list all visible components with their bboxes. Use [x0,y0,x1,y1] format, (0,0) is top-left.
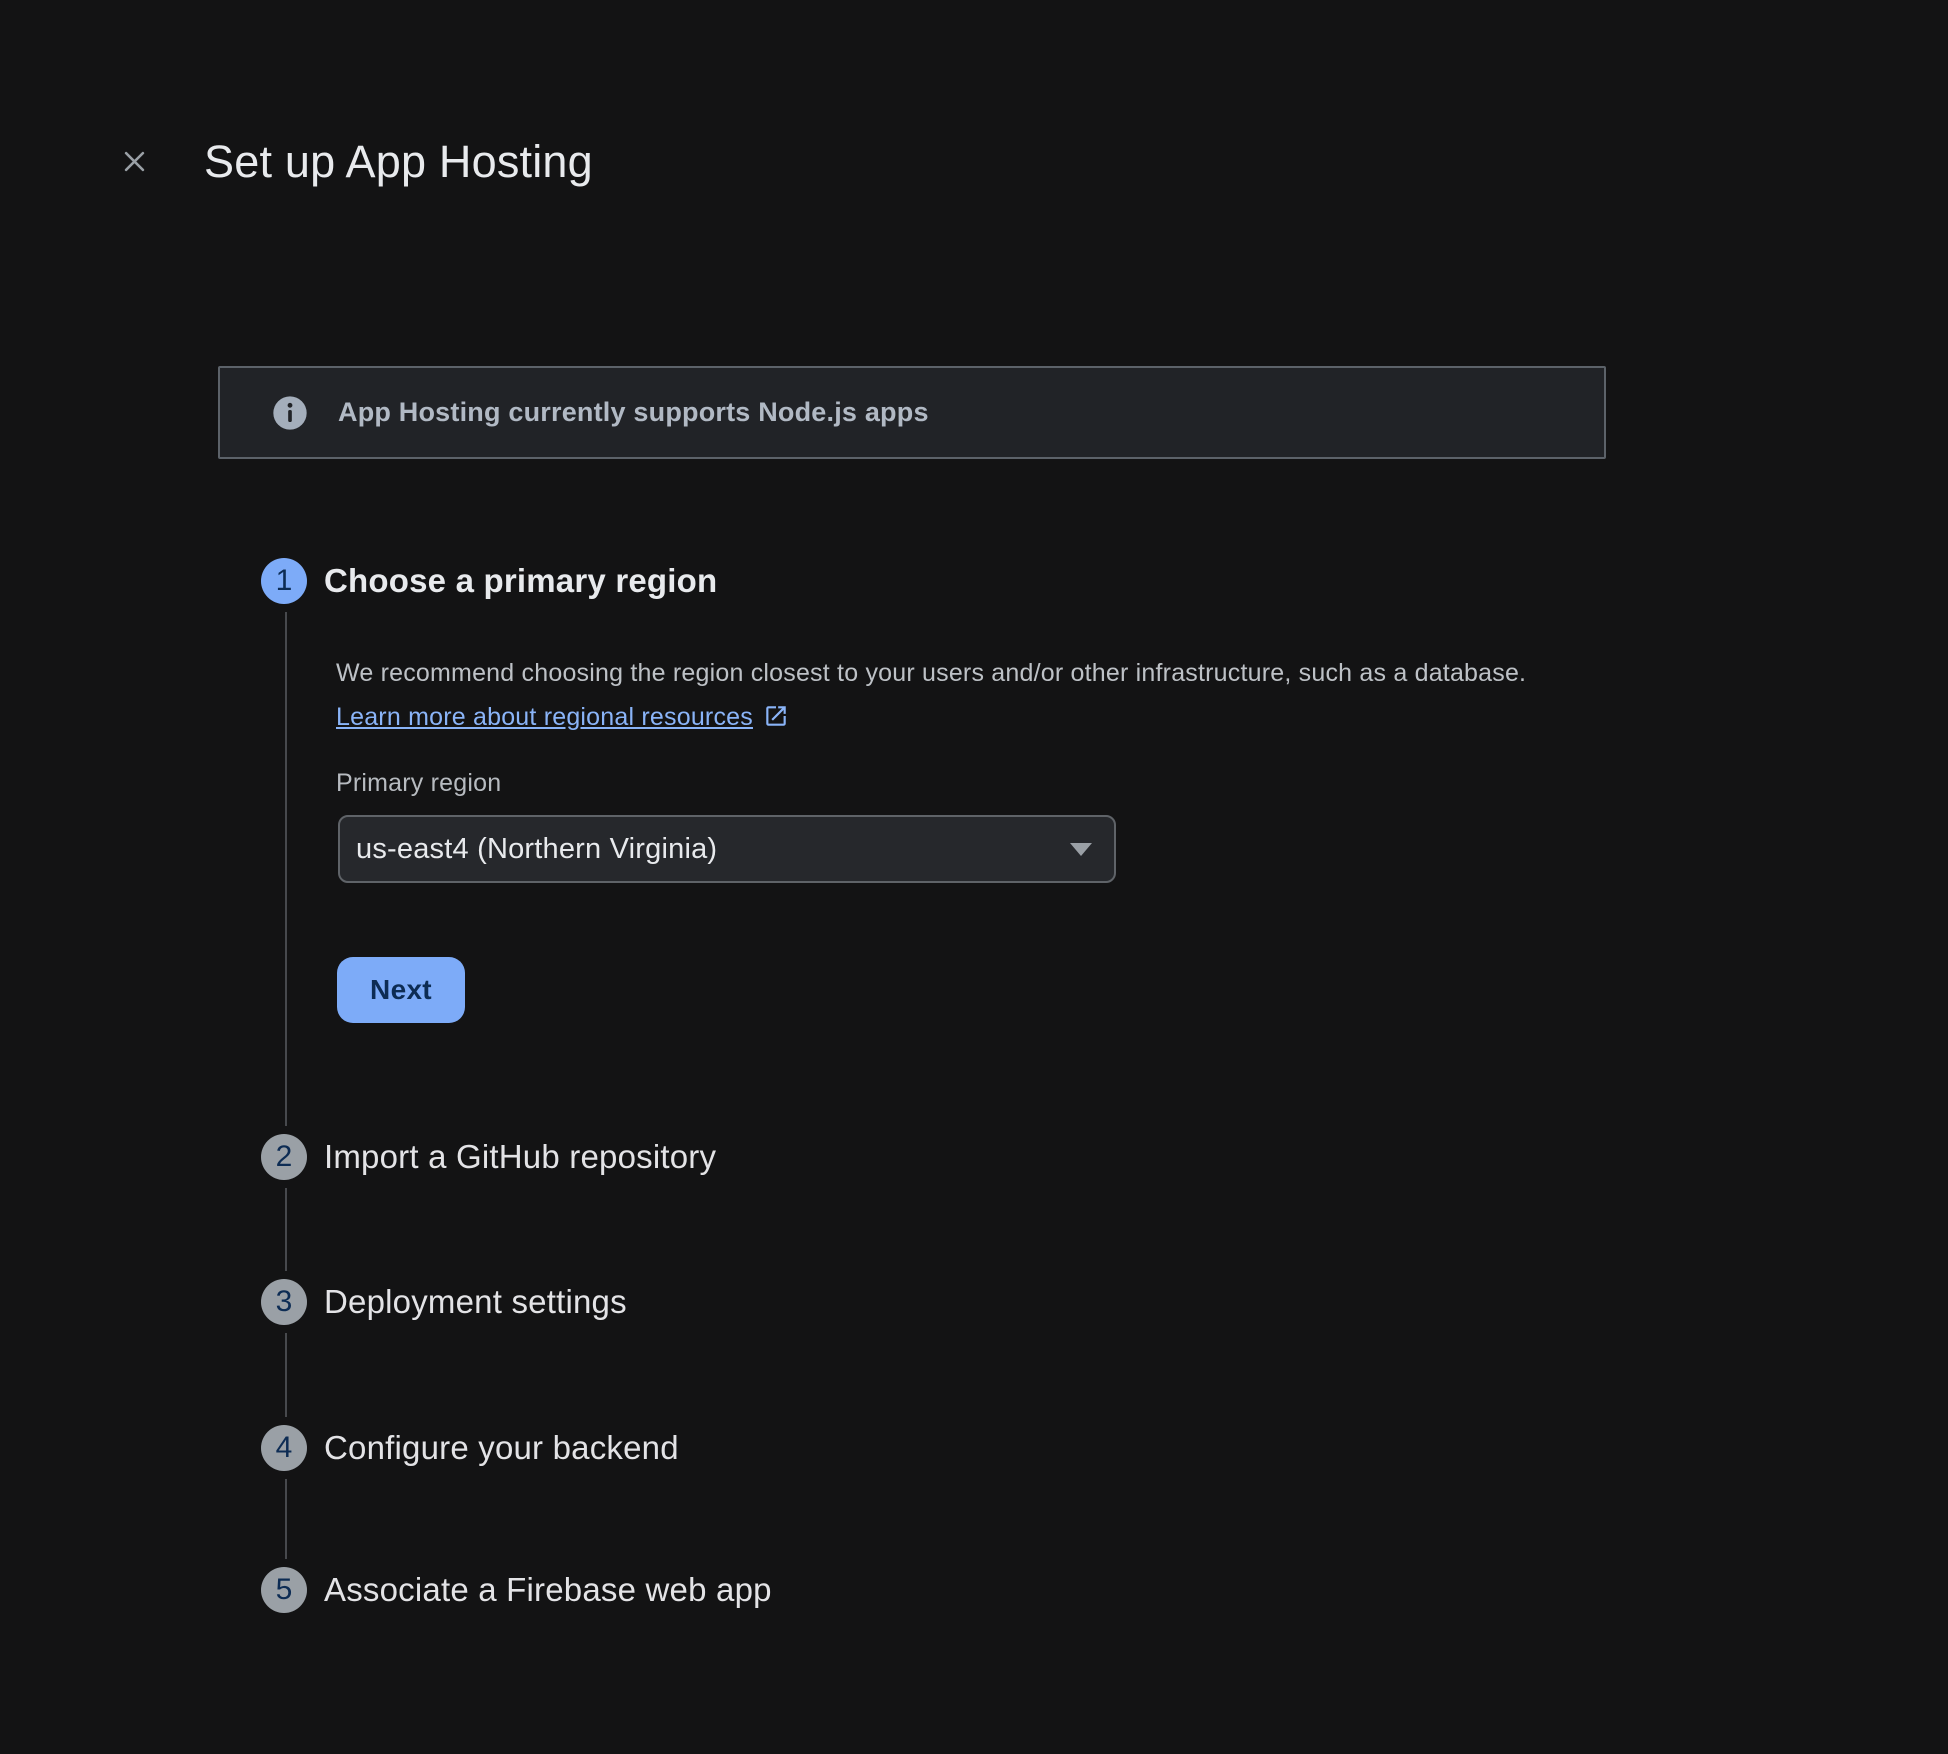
banner-text: App Hosting currently supports Node.js a… [338,397,929,428]
setup-app-hosting-dialog: Set up App Hosting App Hosting currently… [0,0,1948,1754]
close-button[interactable] [112,139,156,183]
info-icon [270,393,310,433]
step-1-description: We recommend choosing the region closest… [336,651,1546,743]
step-2-title: Import a GitHub repository [324,1138,716,1176]
step-1-header: 1 Choose a primary region [261,558,717,604]
learn-more-link[interactable]: Learn more about regional resources [336,703,789,731]
step-2-header: 2 Import a GitHub repository [261,1134,716,1180]
learn-more-link-label: Learn more about regional resources [336,703,753,731]
stepper-connector [285,612,287,1126]
stepper-connector [285,1333,287,1417]
close-icon [119,146,150,177]
step-4-header: 4 Configure your backend [261,1425,679,1471]
step-1-title: Choose a primary region [324,562,717,600]
step-1-description-text: We recommend choosing the region closest… [336,659,1526,687]
stepper-connector [285,1188,287,1271]
info-banner: App Hosting currently supports Node.js a… [218,366,1606,459]
step-5-title: Associate a Firebase web app [324,1571,772,1609]
primary-region-value: us-east4 (Northern Virginia) [356,833,1070,866]
step-5-indicator: 5 [261,1567,307,1613]
step-3-indicator: 3 [261,1279,307,1325]
primary-region-label: Primary region [336,769,501,798]
step-4-title: Configure your backend [324,1429,679,1467]
stepper-connector [285,1479,287,1559]
step-5-header: 5 Associate a Firebase web app [261,1567,772,1613]
step-3-title: Deployment settings [324,1283,627,1321]
page-title: Set up App Hosting [204,134,593,190]
open-in-new-icon [763,699,789,743]
caret-down-icon [1070,843,1092,856]
step-3-header: 3 Deployment settings [261,1279,627,1325]
next-button[interactable]: Next [337,957,465,1023]
step-4-indicator: 4 [261,1425,307,1471]
step-2-indicator: 2 [261,1134,307,1180]
step-1-indicator: 1 [261,558,307,604]
primary-region-select[interactable]: us-east4 (Northern Virginia) [338,815,1116,883]
